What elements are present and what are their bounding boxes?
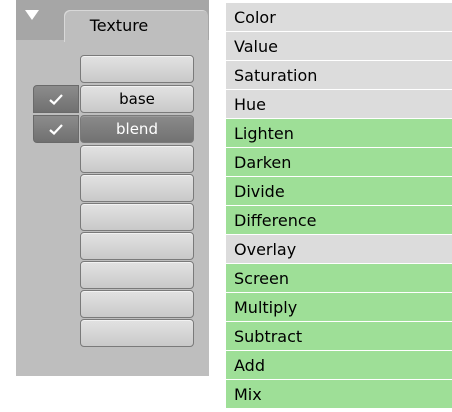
texture-slot-5[interactable] bbox=[80, 174, 194, 202]
channel-toggle-base[interactable] bbox=[33, 85, 79, 113]
checkmark-icon bbox=[49, 94, 63, 105]
blend-mode-lighten[interactable]: Lighten bbox=[226, 119, 452, 148]
blend-mode-saturation[interactable]: Saturation bbox=[226, 61, 452, 90]
blend-mode-darken[interactable]: Darken bbox=[226, 148, 452, 177]
blend-mode-menu: Color Value Saturation Hue Lighten Darke… bbox=[226, 3, 452, 409]
texture-slot-base[interactable]: base bbox=[80, 85, 194, 113]
blend-mode-divide[interactable]: Divide bbox=[226, 177, 452, 206]
tab-texture[interactable]: Texture bbox=[64, 10, 208, 42]
texture-slot-10[interactable] bbox=[80, 319, 194, 347]
texture-slot-4[interactable] bbox=[80, 145, 194, 173]
channel-toggle-blend[interactable] bbox=[33, 115, 79, 143]
blend-mode-add[interactable]: Add bbox=[226, 351, 452, 380]
texture-slot-6[interactable] bbox=[80, 203, 194, 231]
texture-panel: Texture base blend bbox=[16, 0, 209, 376]
tab-label: Texture bbox=[89, 16, 149, 35]
texture-slot-8[interactable] bbox=[80, 261, 194, 289]
blend-mode-difference[interactable]: Difference bbox=[226, 206, 452, 235]
blend-mode-mix[interactable]: Mix bbox=[226, 380, 452, 409]
checkmark-icon bbox=[49, 124, 63, 135]
blend-mode-screen[interactable]: Screen bbox=[226, 264, 452, 293]
blend-mode-subtract[interactable]: Subtract bbox=[226, 322, 452, 351]
collapse-triangle-icon[interactable] bbox=[25, 10, 39, 20]
texture-slot-7[interactable] bbox=[80, 232, 194, 260]
panel-header: Texture bbox=[16, 0, 209, 42]
blend-mode-multiply[interactable]: Multiply bbox=[226, 293, 452, 322]
blend-mode-color[interactable]: Color bbox=[226, 3, 452, 32]
blend-mode-overlay[interactable]: Overlay bbox=[226, 235, 452, 264]
texture-slot-blend[interactable]: blend bbox=[80, 115, 194, 143]
texture-slot-1[interactable] bbox=[80, 55, 194, 83]
blend-mode-hue[interactable]: Hue bbox=[226, 90, 452, 119]
blend-mode-value[interactable]: Value bbox=[226, 32, 452, 61]
texture-slot-9[interactable] bbox=[80, 290, 194, 318]
